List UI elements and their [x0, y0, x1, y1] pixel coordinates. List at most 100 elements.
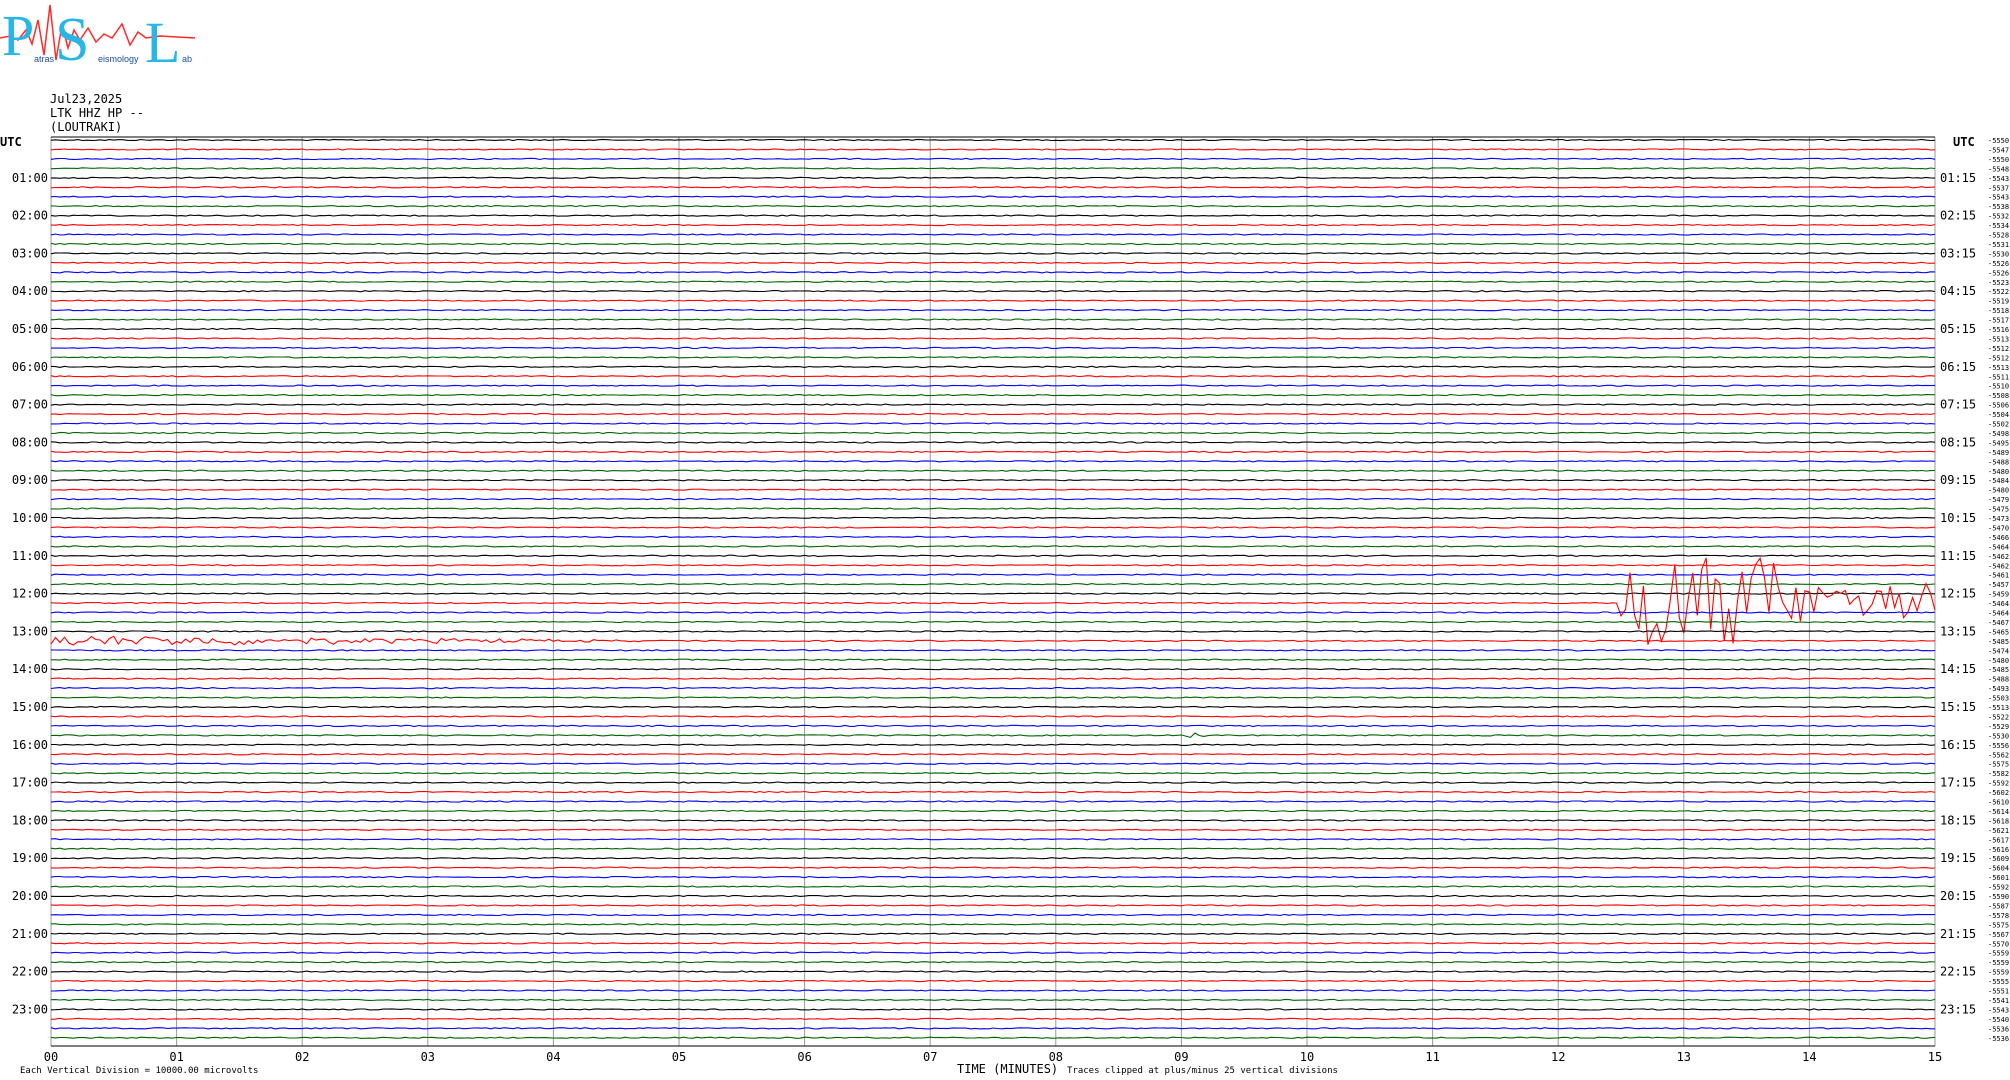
offset-label: -5528	[1988, 232, 2009, 240]
offset-label: -5513	[1988, 364, 2009, 372]
offset-label: -5516	[1988, 326, 2009, 334]
right-hour-label: 21:15	[1940, 927, 1976, 941]
offset-label: -5464	[1988, 543, 2009, 551]
x-axis-label: TIME (MINUTES)	[957, 1062, 1058, 1076]
offset-label: -5529	[1988, 723, 2009, 731]
x-tick-label: 14	[1802, 1050, 1816, 1064]
offset-label: -5462	[1988, 553, 2009, 561]
offset-label: -5466	[1988, 534, 2009, 542]
trace-line	[50, 677, 1936, 680]
trace-line	[50, 497, 1936, 501]
x-tick-label: 03	[421, 1050, 435, 1064]
right-hour-label: 16:15	[1940, 738, 1976, 752]
offset-label: -5530	[1988, 250, 2009, 258]
offset-label: -5570	[1988, 940, 2009, 948]
trace-line	[50, 252, 1936, 255]
trace-line	[50, 932, 1936, 935]
offset-label: -5578	[1988, 912, 2009, 920]
left-hour-label: 03:00	[12, 246, 48, 260]
right-hour-label: 04:15	[1940, 284, 1976, 298]
trace-line	[50, 327, 1936, 331]
trace-line	[50, 337, 1936, 340]
offset-label: -5484	[1988, 477, 2009, 485]
offset-label: -5473	[1988, 515, 2009, 523]
offset-label: -5559	[1988, 969, 2009, 977]
offset-label: -5587	[1988, 902, 2009, 910]
offset-label: -5530	[1988, 732, 2009, 740]
trace-line	[50, 885, 1936, 888]
offset-label: -5495	[1988, 439, 2009, 447]
offset-label: -5601	[1988, 874, 2009, 882]
trace-line	[50, 223, 1936, 227]
trace-line	[50, 290, 1936, 293]
offset-label: -5616	[1988, 846, 2009, 854]
offset-label: -5489	[1988, 449, 2009, 457]
trace-line	[50, 772, 1936, 775]
trace-line	[51, 346, 1936, 350]
offset-label: -5617	[1988, 836, 2009, 844]
trace-line	[50, 441, 1936, 444]
offset-label: -5547	[1988, 146, 2009, 154]
x-tick-label: 04	[546, 1050, 560, 1064]
trace-line	[50, 384, 1936, 387]
trace-line	[50, 630, 1935, 633]
right-hour-label: 19:15	[1940, 851, 1976, 865]
right-hour-label: 03:15	[1940, 246, 1976, 260]
trace-line	[50, 732, 1936, 739]
offset-label: -5470	[1988, 524, 2009, 532]
trace-line	[51, 422, 1936, 425]
trace-line	[50, 998, 1936, 1002]
left-hour-label: 13:00	[12, 624, 48, 638]
x-tick-label: 15	[1928, 1050, 1942, 1064]
left-hour-label: 01:00	[12, 171, 48, 185]
trace-line	[50, 375, 1936, 378]
right-hour-label: 01:15	[1940, 171, 1976, 185]
trace-line	[50, 318, 1936, 321]
offset-label: -5541	[1988, 997, 2009, 1005]
offset-label: -5618	[1988, 817, 2009, 825]
offset-label: -5523	[1988, 279, 2009, 287]
offset-label: -5602	[1988, 789, 2009, 797]
trace-line	[50, 705, 1936, 709]
trace-line	[51, 696, 1936, 699]
trace-line	[50, 554, 1936, 557]
right-hour-label: 14:15	[1940, 662, 1976, 676]
trace-line	[50, 460, 1936, 463]
trace-line	[50, 838, 1936, 841]
x-tick-label: 02	[295, 1050, 309, 1064]
left-hour-label: 07:00	[12, 398, 48, 412]
offset-label: -5604	[1988, 865, 2009, 873]
offset-label: -5479	[1988, 496, 2009, 504]
trace-line	[51, 923, 1936, 926]
offset-label: -5567	[1988, 931, 2009, 939]
right-hour-label: 09:15	[1940, 473, 1976, 487]
trace-line	[50, 195, 1936, 198]
trace-line	[50, 479, 1936, 482]
offset-label: -5538	[1988, 203, 2009, 211]
trace-line	[50, 649, 1936, 652]
trace-line	[50, 1027, 1935, 1030]
x-tick-label: 07	[923, 1050, 937, 1064]
right-hour-label: 18:15	[1940, 813, 1976, 827]
trace-line	[51, 658, 1936, 661]
offset-label: -5512	[1988, 345, 2009, 353]
trace-line	[50, 809, 1936, 813]
x-tick-label: 06	[797, 1050, 811, 1064]
trace-line	[50, 403, 1936, 406]
trace-line	[50, 819, 1935, 822]
trace-line	[50, 280, 1936, 283]
trace-line	[50, 847, 1936, 850]
right-hour-label: 13:15	[1940, 624, 1976, 638]
trace-line	[50, 242, 1936, 246]
trace-line	[50, 214, 1936, 217]
x-tick-label: 09	[1174, 1050, 1188, 1064]
x-tick-label: 05	[672, 1050, 686, 1064]
offset-label: -5457	[1988, 581, 2009, 589]
offset-label: -5621	[1988, 827, 2009, 835]
offset-label: -5592	[1988, 884, 2009, 892]
right-hour-label: 20:15	[1940, 889, 1976, 903]
trace-line	[50, 592, 1935, 595]
trace-line	[51, 743, 1936, 746]
offset-label: -5548	[1988, 165, 2009, 173]
trace-line	[50, 620, 1936, 624]
